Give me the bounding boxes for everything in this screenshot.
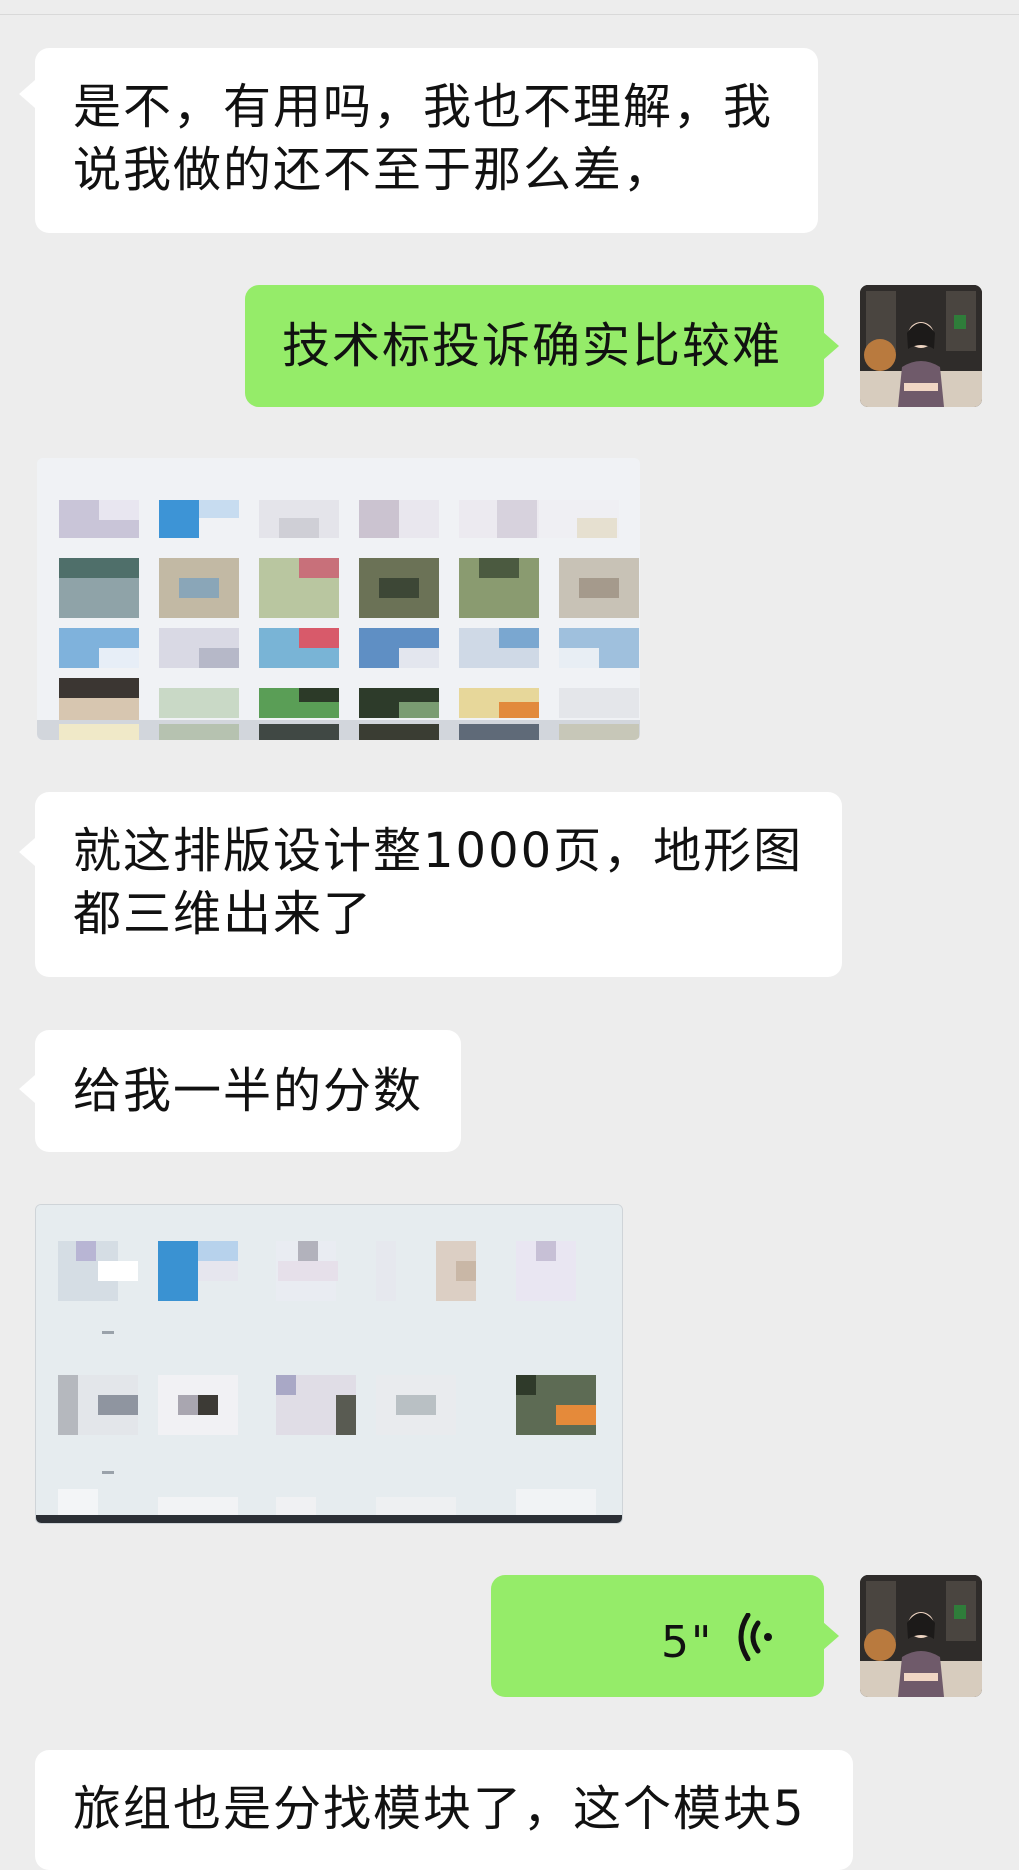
message-line: 给我一半的分数 [73, 1063, 424, 1119]
user-avatar[interactable] [860, 285, 982, 407]
document-preview-image [36, 1205, 622, 1523]
document-grid-image [37, 458, 640, 740]
message-bubble[interactable]: 给我一半的分数 [35, 1030, 461, 1152]
user-avatar[interactable] [860, 1575, 982, 1697]
message-line: 说我做的还不至于那么差， [73, 142, 674, 198]
image-thumbnail[interactable] [37, 458, 640, 740]
avatar-portrait-icon [860, 285, 982, 407]
message-line: 是不，有用吗，我也不理解，我 [73, 79, 774, 135]
message-line: 旅组也是分找模块了，这个模块5 [73, 1781, 806, 1837]
message-bubble[interactable]: 技术标投诉确实比较难 [245, 285, 824, 407]
voice-duration: 5" [661, 1617, 714, 1668]
message-line: 技术标投诉确实比较难 [282, 318, 783, 374]
avatar-portrait-icon [860, 1575, 982, 1697]
message-line: 都三维出来了 [73, 886, 374, 942]
voice-wave-icon [738, 1613, 772, 1661]
voice-message-bubble[interactable]: 5" [491, 1575, 824, 1697]
message-bubble[interactable]: 是不，有用吗，我也不理解，我 说我做的还不至于那么差， [35, 48, 818, 233]
image-thumbnail[interactable] [35, 1204, 623, 1524]
message-bubble[interactable]: 就这排版设计整1000页，地形图 都三维出来了 [35, 792, 842, 977]
message-bubble[interactable]: 旅组也是分找模块了，这个模块5 [35, 1750, 853, 1870]
top-divider [0, 0, 1019, 15]
message-line: 就这排版设计整1000页，地形图 [73, 823, 804, 879]
